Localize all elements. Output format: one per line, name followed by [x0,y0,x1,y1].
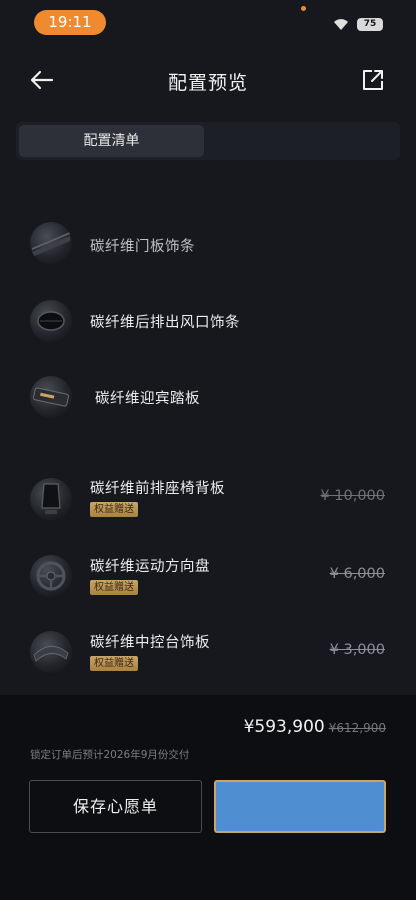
list-item[interactable]: 碳纤维门板饰条 [0,212,416,282]
recording-indicator-icon [301,6,306,11]
item-thumbnail [30,376,72,418]
item-thumbnail [30,222,72,264]
item-price: ¥ 6,000 [329,566,385,582]
share-icon[interactable] [361,68,385,92]
bottom-action-bar: ¥593,900 ¥612,900 锁定订单后预计2026年9月份交付 保存心愿单 [0,695,416,900]
total-price: ¥593,900 ¥612,900 [244,717,386,737]
save-wishlist-button[interactable]: 保存心愿单 [29,780,202,833]
status-time: 19:11 [34,10,106,35]
tab-secondary[interactable] [214,122,400,160]
item-price: ¥ 3,000 [329,642,385,658]
page-title: 配置预览 [167,72,248,94]
item-thumbnail [30,555,72,597]
benefit-badge: 权益赠送 [90,656,138,671]
tab-config-list[interactable]: 配置清单 [19,125,204,157]
list-item[interactable]: 碳纤维前排座椅背板 权益赠送 ¥ 10,000 [0,472,416,542]
item-name: 碳纤维迎宾踏板 [95,391,200,407]
list-item[interactable]: 碳纤维中控台饰板 权益赠送 ¥ 3,000 [0,626,416,696]
item-thumbnail [30,478,72,520]
delivery-note: 锁定订单后预计2026年9月份交付 [30,749,190,761]
wifi-icon [334,19,348,30]
item-name: 碳纤维前排座椅背板 [90,481,225,497]
item-thumbnail [30,300,72,342]
benefit-badge: 权益赠送 [90,580,138,595]
tab-bar: 配置清单 [16,122,400,160]
item-name: 碳纤维门板饰条 [90,239,195,255]
total-price-value: ¥593,900 [243,717,325,737]
primary-action-button[interactable] [214,780,386,833]
list-item[interactable]: 碳纤维后排出风口饰条 [0,288,416,358]
navigation-header: 配置预览 [0,56,416,106]
status-bar: 19:11 75 [0,0,416,44]
list-item[interactable]: 碳纤维迎宾踏板 [0,364,416,434]
item-name: 碳纤维中控台饰板 [90,635,210,651]
battery-icon: 75 [357,18,383,31]
list-item[interactable]: 碳纤维运动方向盘 权益赠送 ¥ 6,000 [0,550,416,620]
item-name: 碳纤维运动方向盘 [90,559,210,575]
item-name: 碳纤维后排出风口饰条 [90,315,240,331]
item-price: ¥ 10,000 [320,488,385,504]
benefit-badge: 权益赠送 [90,502,138,517]
total-price-original: ¥612,900 [328,721,386,735]
item-thumbnail [30,631,72,673]
